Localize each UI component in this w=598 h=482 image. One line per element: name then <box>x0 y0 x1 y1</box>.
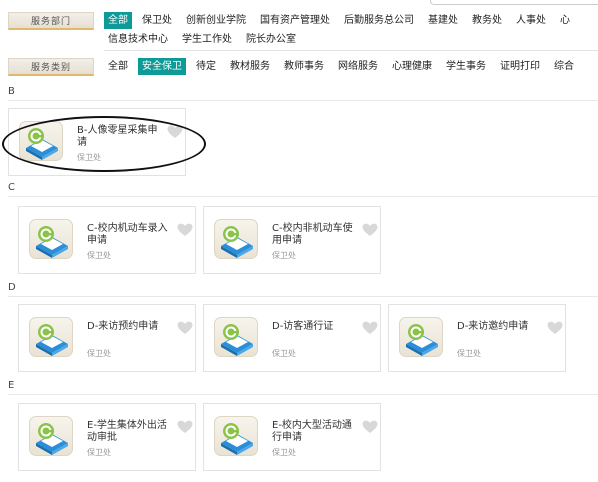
service-card[interactable]: D-来访邀约申请 保卫处 <box>388 304 566 372</box>
app-icon <box>29 219 73 259</box>
department-filter-item[interactable]: 创新创业学院 <box>182 12 250 29</box>
service-department: 保卫处 <box>87 448 111 457</box>
category-filter-item[interactable]: 教师事务 <box>280 58 328 75</box>
section-divider <box>8 296 598 297</box>
department-filter-item[interactable]: 人事处 <box>512 12 550 29</box>
department-filter-item[interactable]: 全部 <box>104 12 132 29</box>
department-filter-item[interactable]: 心 <box>556 12 574 29</box>
category-filter-item[interactable]: 全部 <box>104 58 132 75</box>
category-filter-item[interactable]: 证明打印 <box>496 58 544 75</box>
department-filter-item[interactable]: 后勤服务总公司 <box>340 12 418 29</box>
service-department: 保卫处 <box>272 349 296 358</box>
service-card[interactable]: D-访客通行证 保卫处 <box>203 304 381 372</box>
service-card[interactable]: C-校内非机动车使用申请保卫处 <box>203 206 381 274</box>
service-department: 保卫处 <box>77 153 101 162</box>
service-card[interactable]: B-人像零星采集申请保卫处 <box>8 108 186 176</box>
category-filter-item[interactable]: 网络服务 <box>334 58 382 75</box>
service-title: C-校内非机动车使用申请 <box>272 223 353 246</box>
category-filter-item[interactable]: 综合 <box>550 58 578 75</box>
app-icon <box>19 121 63 161</box>
service-title: E-学生集体外出活动审批 <box>87 420 167 443</box>
section-divider <box>8 100 598 101</box>
category-filter-items: 全部 安全保卫 待定 教材服务 教师事务 网络服务 心理健康 学生事务 证明打印 综合 <box>104 58 598 75</box>
section-letter: E <box>8 380 15 391</box>
department-filter-item[interactable]: 保卫处 <box>138 12 176 29</box>
service-title: C-校内机动车录入申请 <box>87 223 168 246</box>
service-department: 保卫处 <box>87 251 111 260</box>
category-filter-item[interactable]: 教材服务 <box>226 58 274 75</box>
section-divider <box>8 196 598 197</box>
service-card[interactable]: E-校内大型活动通行申请保卫处 <box>203 403 381 471</box>
heart-icon[interactable] <box>362 223 378 237</box>
department-filter-item[interactable]: 院长办公室 <box>242 31 300 48</box>
category-filter-label: 服务类别 <box>8 58 94 76</box>
service-card[interactable]: E-学生集体外出活动审批保卫处 <box>18 403 196 471</box>
app-icon <box>214 219 258 259</box>
section-letter: C <box>8 182 15 193</box>
department-filter-item[interactable]: 学生工作处 <box>178 31 236 48</box>
app-icon <box>29 317 73 357</box>
service-title: D-来访预约申请 <box>87 321 159 332</box>
service-card[interactable]: D-来访预约申请 保卫处 <box>18 304 196 372</box>
department-filter-item[interactable]: 信息技术中心 <box>104 31 172 48</box>
service-department: 保卫处 <box>272 251 296 260</box>
department-filter-item[interactable]: 国有资产管理处 <box>256 12 334 29</box>
department-filter-label: 服务部门 <box>8 12 94 30</box>
heart-icon[interactable] <box>177 321 193 335</box>
department-filter-items: 全部 保卫处 创新创业学院 国有资产管理处 后勤服务总公司 基建处 教务处 人事处心信息技术中… <box>104 12 598 48</box>
heart-icon[interactable] <box>177 223 193 237</box>
department-filter-item[interactable]: 教务处 <box>468 12 506 29</box>
section-letter: B <box>8 86 15 97</box>
app-icon <box>399 317 443 357</box>
search-box-edge <box>430 0 598 5</box>
service-title: D-来访邀约申请 <box>457 321 529 332</box>
service-department: 保卫处 <box>272 448 296 457</box>
service-department: 保卫处 <box>457 349 481 358</box>
category-filter-item[interactable]: 安全保卫 <box>138 58 186 75</box>
department-filter-item[interactable]: 基建处 <box>424 12 462 29</box>
service-department: 保卫处 <box>87 349 111 358</box>
heart-icon[interactable] <box>547 321 563 335</box>
category-filter-item[interactable]: 学生事务 <box>442 58 490 75</box>
app-icon <box>29 416 73 456</box>
app-icon <box>214 317 258 357</box>
section-letter: D <box>8 282 16 293</box>
heart-icon[interactable] <box>362 420 378 434</box>
category-filter-item[interactable]: 待定 <box>192 58 220 75</box>
section-divider <box>8 394 598 395</box>
app-icon <box>214 416 258 456</box>
service-card[interactable]: C-校内机动车录入申请保卫处 <box>18 206 196 274</box>
heart-icon[interactable] <box>362 321 378 335</box>
filter-divider <box>104 50 598 51</box>
service-title: D-访客通行证 <box>272 321 334 332</box>
category-filter-item[interactable]: 心理健康 <box>388 58 436 75</box>
service-title: E-校内大型活动通行申请 <box>272 420 352 443</box>
service-title: B-人像零星采集申请 <box>77 125 158 148</box>
heart-icon[interactable] <box>167 125 183 139</box>
heart-icon[interactable] <box>177 420 193 434</box>
